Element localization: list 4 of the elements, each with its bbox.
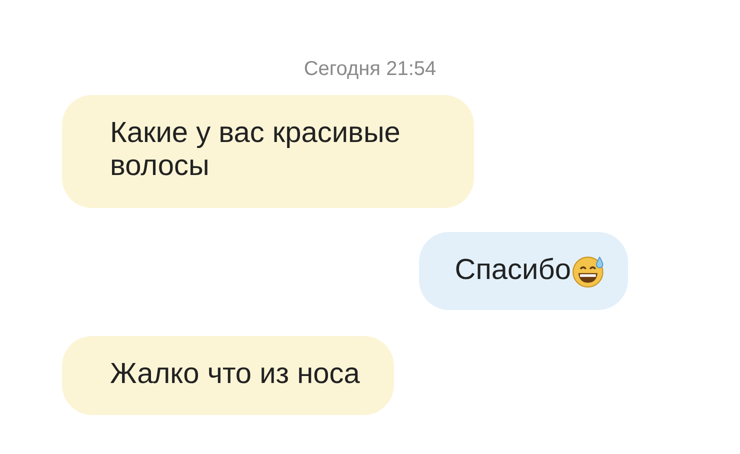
message-timestamp: Сегодня 21:54 xyxy=(304,58,436,81)
message-bubble: Какие у вас красивые волосы xyxy=(62,95,474,208)
message-bubble: Жалко что из носа xyxy=(62,336,394,416)
message-bubble: Спасибо xyxy=(418,232,628,310)
